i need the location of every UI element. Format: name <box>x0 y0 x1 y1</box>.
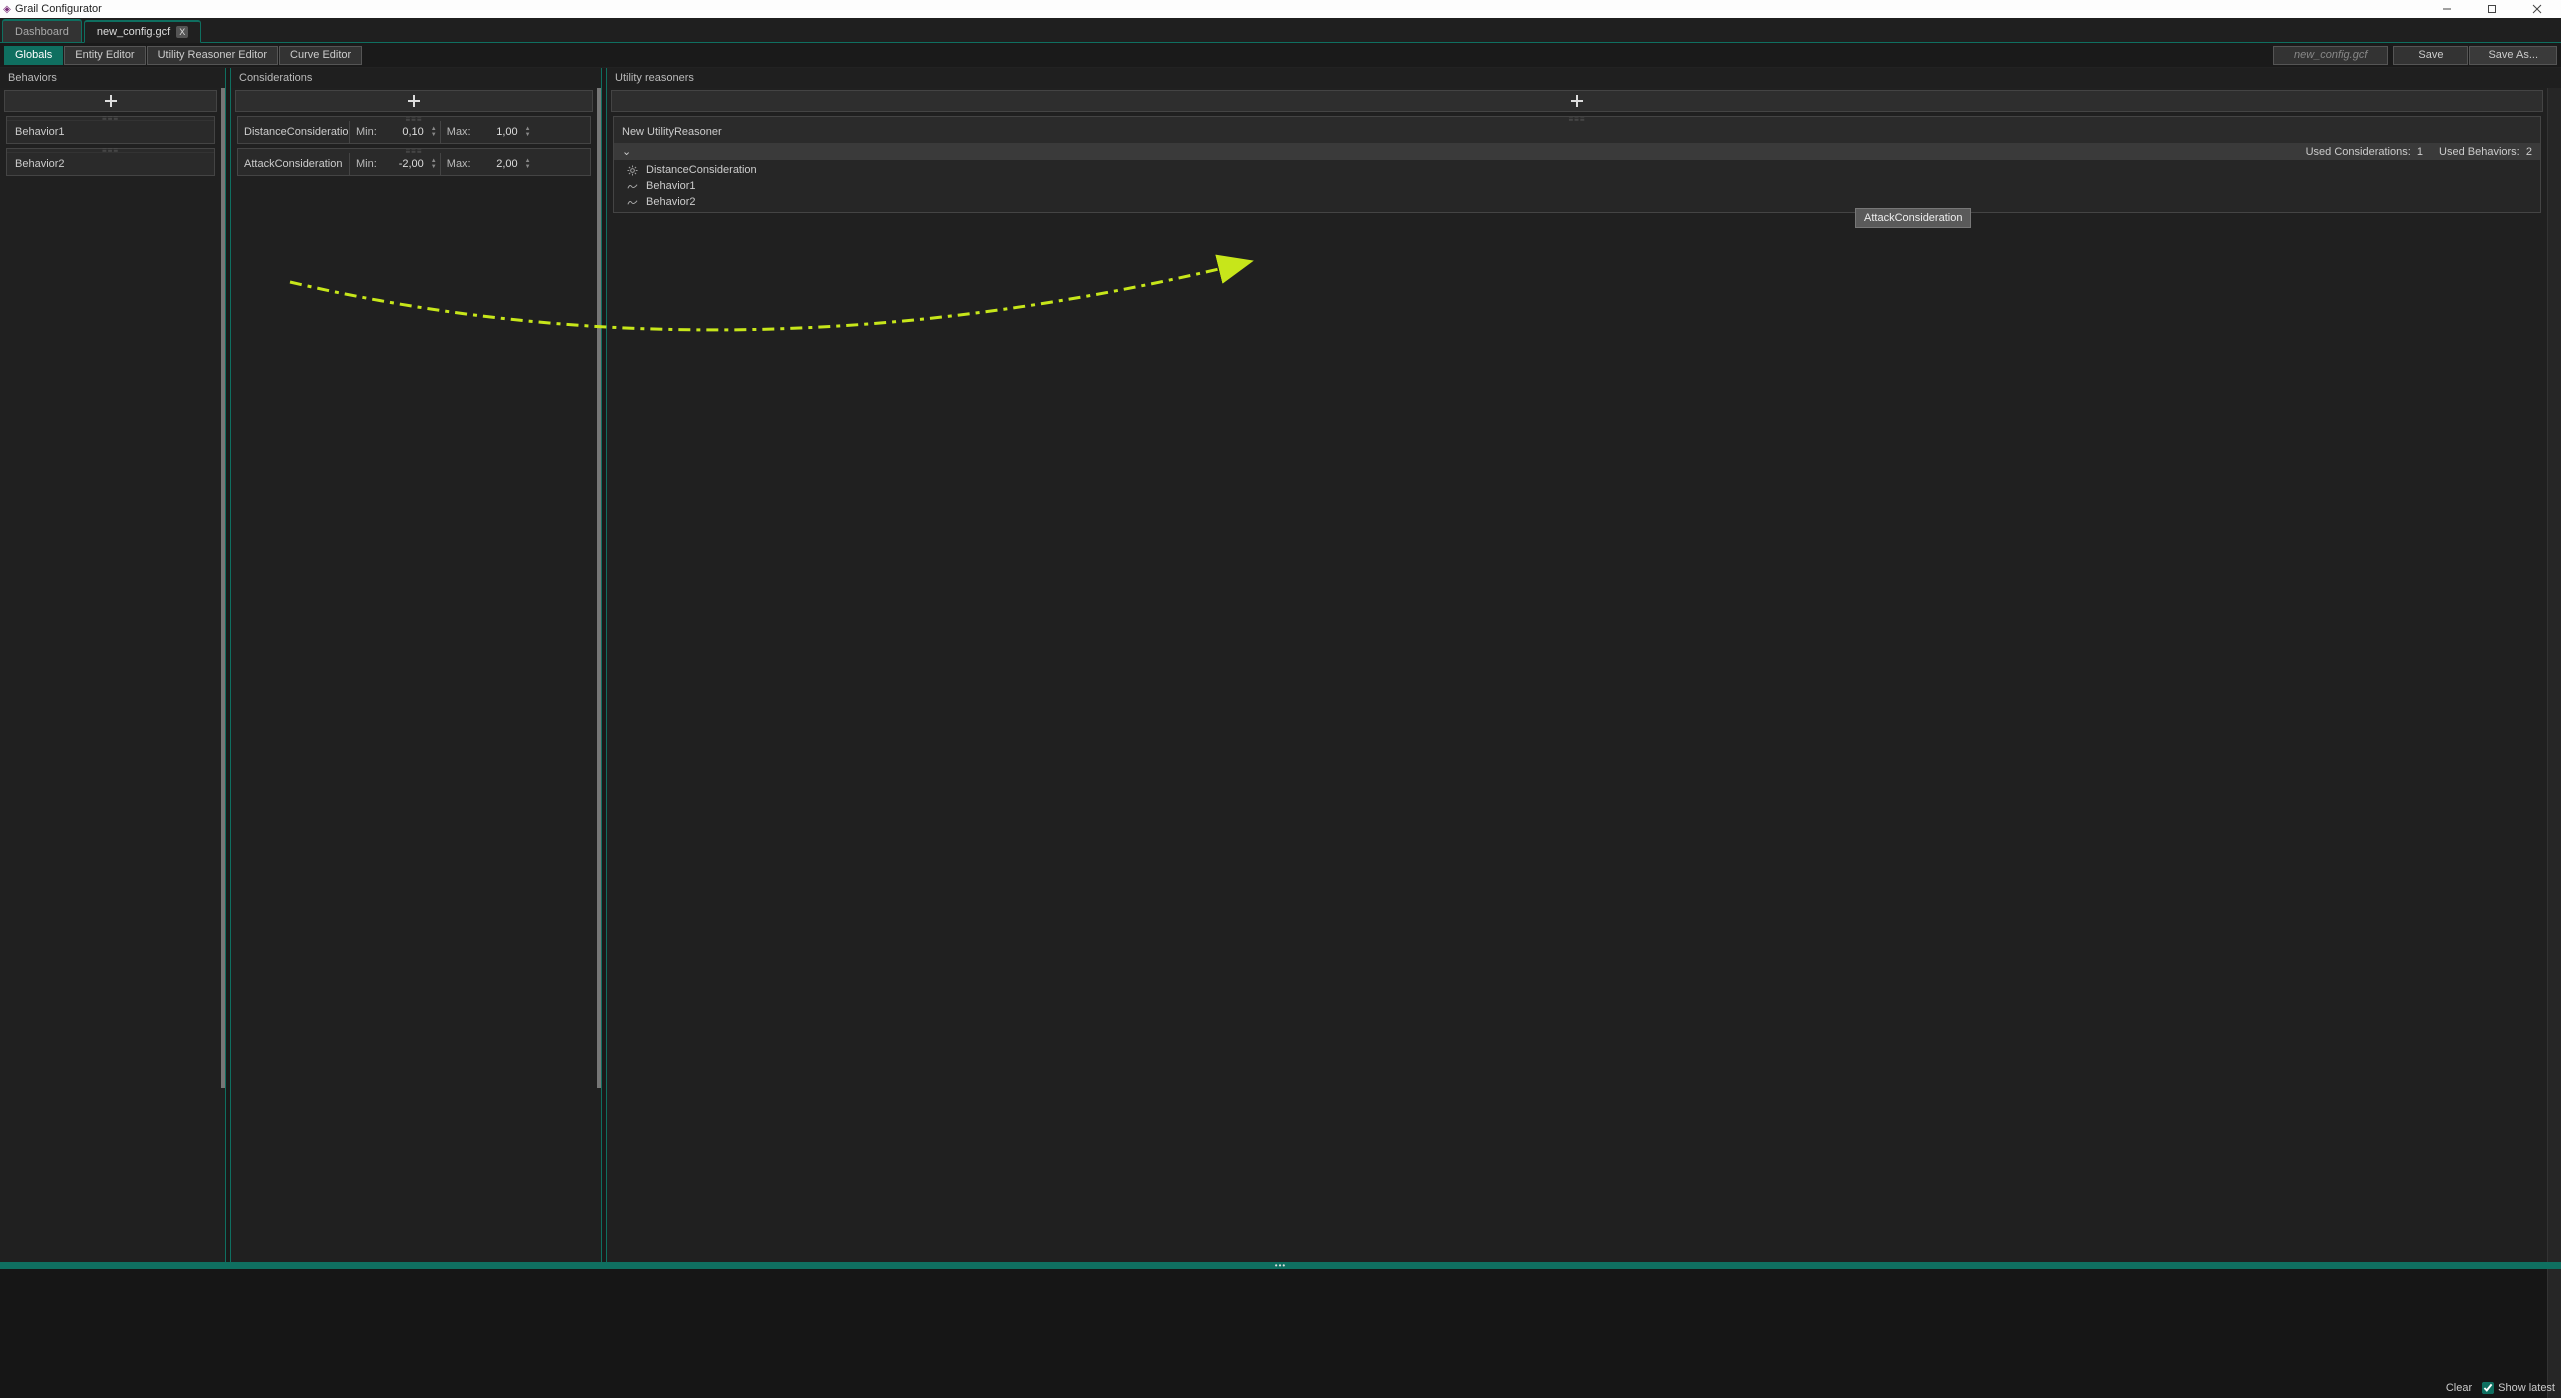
min-label: Min: <box>350 158 383 170</box>
consideration-item[interactable]: ≡≡≡ AttackConsideration Min: ▲▼ Max: <box>237 148 591 176</box>
clear-log-button[interactable]: Clear <box>2446 1382 2472 1394</box>
close-button[interactable] <box>2514 0 2559 18</box>
min-spinner[interactable]: ▲▼ <box>428 156 440 172</box>
drag-tooltip: AttackConsideration <box>1855 208 1971 228</box>
reasoner-child-label: Behavior1 <box>646 180 696 192</box>
columns: Behaviors ≡≡≡ Behavior1 ≡≡≡ Behavior2 <box>0 67 2561 1262</box>
log-panel: Clear Show latest <box>0 1268 2561 1398</box>
behavior-name: Behavior1 <box>7 121 214 143</box>
app-icon: ◈ <box>2 4 12 14</box>
spinner-down-icon[interactable]: ▼ <box>525 132 531 138</box>
titlebar: ◈ Grail Configurator <box>0 0 2561 18</box>
log-footer: Clear Show latest <box>2446 1382 2555 1394</box>
max-group: Max: ▲▼ <box>441 121 534 143</box>
reasoner-child[interactable]: Behavior2 <box>614 194 2540 210</box>
reasoner-children: DistanceConsideration Behavior1 <box>614 160 2540 212</box>
behavior-item[interactable]: ≡≡≡ Behavior1 <box>6 116 215 144</box>
tab-file[interactable]: new_config.gcf X <box>84 20 201 43</box>
add-consideration-button[interactable] <box>235 90 593 112</box>
editor-toolbar: Globals Entity Editor Utility Reasoner E… <box>0 43 2561 67</box>
tab-file-label: new_config.gcf <box>97 26 170 38</box>
behaviors-header: Behaviors <box>0 68 225 88</box>
spinner-down-icon[interactable]: ▼ <box>431 164 437 170</box>
main-area: Behaviors ≡≡≡ Behavior1 ≡≡≡ Behavior2 <box>0 67 2561 1398</box>
show-latest-toggle[interactable]: Show latest <box>2482 1382 2555 1394</box>
save-as-button[interactable]: Save As... <box>2469 46 2557 65</box>
behavior-name: Behavior2 <box>7 153 214 175</box>
min-spinner[interactable]: ▲▼ <box>428 124 440 140</box>
max-input[interactable] <box>477 123 522 141</box>
reasoners-body: ≡≡≡ New UtilityReasoner ⌄ Used Considera… <box>607 88 2547 1262</box>
wave-icon <box>626 180 638 192</box>
app-title: Grail Configurator <box>15 3 102 15</box>
wave-icon <box>626 196 638 208</box>
reasoners-scrollbar[interactable] <box>2547 88 2561 1262</box>
considerations-column: Considerations ≡≡≡ DistanceConsideratio <box>231 68 601 1262</box>
reasoners-column: Utility reasoners ≡≡≡ New UtilityReasone… <box>607 68 2561 1262</box>
show-latest-checkbox[interactable] <box>2482 1382 2494 1394</box>
curve-editor-button[interactable]: Curve Editor <box>279 46 362 65</box>
max-input[interactable] <box>477 155 522 173</box>
reasoner-child[interactable]: DistanceConsideration <box>614 162 2540 178</box>
add-reasoner-button[interactable] <box>611 90 2543 112</box>
min-input[interactable] <box>383 123 428 141</box>
maximize-button[interactable] <box>2469 0 2514 18</box>
reasoner-name[interactable]: New UtilityReasoner <box>614 121 2540 143</box>
min-group: Min: ▲▼ <box>350 153 441 175</box>
current-filename: new_config.gcf <box>2273 46 2388 65</box>
tab-dashboard[interactable]: Dashboard <box>2 19 82 42</box>
entity-editor-button[interactable]: Entity Editor <box>64 46 145 65</box>
max-spinner[interactable]: ▲▼ <box>522 124 534 140</box>
log-scrollbar[interactable] <box>2547 1269 2561 1398</box>
reasoner-child-label: DistanceConsideration <box>646 164 757 176</box>
globals-button[interactable]: Globals <box>4 46 63 65</box>
log-content <box>0 1269 2547 1398</box>
minimize-button[interactable] <box>2424 0 2469 18</box>
utility-reasoner-editor-button[interactable]: Utility Reasoner Editor <box>147 46 278 65</box>
max-group: Max: ▲▼ <box>441 153 534 175</box>
consideration-name: AttackConsideration <box>238 153 350 175</box>
reasoner-child-label: Behavior2 <box>646 196 696 208</box>
reasoners-header: Utility reasoners <box>607 68 2561 88</box>
save-button[interactable]: Save <box>2393 46 2468 65</box>
behavior-item[interactable]: ≡≡≡ Behavior2 <box>6 148 215 176</box>
considerations-body: ≡≡≡ DistanceConsideratio Min: ▲▼ Max: <box>231 88 601 1262</box>
spinner-down-icon[interactable]: ▼ <box>525 164 531 170</box>
reasoner-child[interactable]: Behavior1 <box>614 178 2540 194</box>
behaviors-body: ≡≡≡ Behavior1 ≡≡≡ Behavior2 <box>0 88 225 1262</box>
show-latest-label: Show latest <box>2498 1382 2555 1394</box>
used-considerations-label: Used Considerations: 1 <box>2306 146 2423 158</box>
behaviors-column: Behaviors ≡≡≡ Behavior1 ≡≡≡ Behavior2 <box>0 68 225 1262</box>
consideration-item[interactable]: ≡≡≡ DistanceConsideratio Min: ▲▼ Max: <box>237 116 591 144</box>
max-spinner[interactable]: ▲▼ <box>522 156 534 172</box>
reasoner-summary[interactable]: ⌄ Used Considerations: 1 Used Behaviors:… <box>614 143 2540 160</box>
reasoner-card: ≡≡≡ New UtilityReasoner ⌄ Used Considera… <box>613 116 2541 213</box>
add-behavior-button[interactable] <box>4 90 217 112</box>
min-group: Min: ▲▼ <box>350 121 441 143</box>
spinner-down-icon[interactable]: ▼ <box>431 132 437 138</box>
used-behaviors-label: Used Behaviors: 2 <box>2439 146 2532 158</box>
max-label: Max: <box>441 126 477 138</box>
min-input[interactable] <box>383 155 428 173</box>
consideration-name: DistanceConsideratio <box>238 121 350 143</box>
considerations-header: Considerations <box>231 68 601 88</box>
chevron-down-icon[interactable]: ⌄ <box>622 145 631 158</box>
gear-icon <box>626 164 638 176</box>
file-tabstrip: Dashboard new_config.gcf X <box>0 18 2561 43</box>
tab-close-icon[interactable]: X <box>176 26 188 38</box>
tab-dashboard-label: Dashboard <box>15 26 69 38</box>
min-label: Min: <box>350 126 383 138</box>
max-label: Max: <box>441 158 477 170</box>
